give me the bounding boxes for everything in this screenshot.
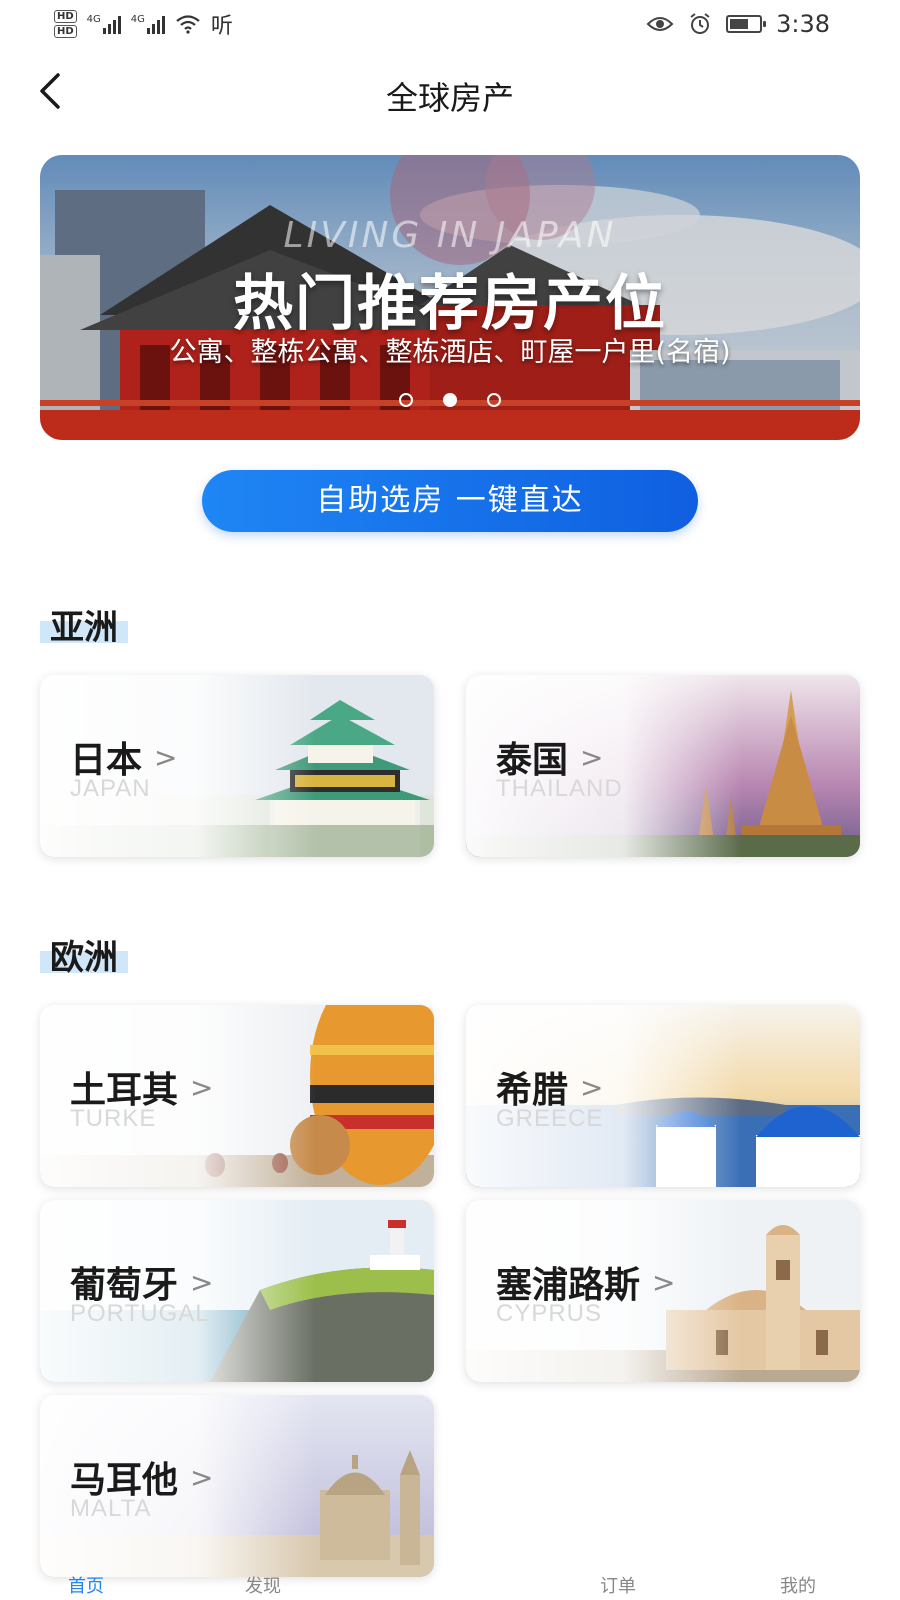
- hd-indicator: HD HD: [54, 10, 77, 38]
- signal-strength-icon: 4G: [87, 14, 121, 34]
- battery-level: [730, 19, 749, 29]
- self-service-button[interactable]: 自助选房 一键直达: [202, 470, 698, 532]
- country-card-greece[interactable]: 希腊 > GREECE: [466, 1005, 860, 1187]
- chevron-right-icon: >: [580, 740, 604, 774]
- hd-badge-1: HD: [54, 10, 77, 23]
- battery-icon: [726, 15, 767, 33]
- signal-bar: [112, 20, 116, 34]
- chevron-right-icon: >: [154, 740, 178, 774]
- country-name-en: THAILAND: [496, 775, 623, 802]
- country-name-en: CYPRUS: [496, 1300, 603, 1327]
- tab-discover[interactable]: 发现: [245, 1572, 281, 1598]
- page-title: 全球房产: [385, 79, 514, 117]
- status-time: 3:38: [776, 10, 830, 38]
- chevron-right-icon: >: [580, 1070, 604, 1104]
- signal-2-label: 4G: [130, 14, 145, 25]
- banner-carousel[interactable]: LIVING IN JAPAN 热门推荐房产位 公寓、整栋公寓、整栋酒店、町屋一…: [40, 155, 860, 440]
- region-europe: 欧洲: [40, 930, 128, 979]
- status-bar-right: 3:38: [646, 10, 830, 38]
- signal-bar: [156, 20, 160, 34]
- tab-home[interactable]: 首页: [68, 1572, 104, 1598]
- signal-bar: [161, 16, 165, 34]
- tab-orders[interactable]: 订单: [600, 1572, 636, 1598]
- signal-1-label: 4G: [86, 14, 101, 25]
- chevron-right-icon: >: [652, 1265, 676, 1299]
- country-card-cyprus[interactable]: 塞浦路斯 > CYPRUS: [466, 1200, 860, 1382]
- carousel-dot[interactable]: [487, 393, 501, 407]
- nav-bar: 全球房产: [0, 55, 900, 125]
- signal-bar: [102, 28, 106, 34]
- region-title: 亚洲: [40, 600, 128, 649]
- hear-label: 听: [210, 14, 233, 39]
- chevron-right-icon: >: [190, 1070, 214, 1104]
- status-bar: HD HD 4G 4G 听 3:38: [0, 0, 900, 48]
- hd-badge-2: HD: [54, 25, 77, 38]
- banner-description: 公寓、整栋公寓、整栋酒店、町屋一户里(名宿): [169, 337, 731, 368]
- signal-bar: [146, 28, 150, 34]
- country-card-portugal[interactable]: 葡萄牙 > PORTUGAL: [40, 1200, 434, 1382]
- country-name-en: MALTA: [70, 1495, 152, 1522]
- chevron-right-icon: >: [190, 1265, 214, 1299]
- country-card-turkey[interactable]: 土耳其 > TURKE: [40, 1005, 434, 1187]
- alarm-icon: [690, 13, 710, 34]
- signal-strength-icon-2: 4G: [131, 14, 165, 34]
- country-name-en: JAPAN: [70, 775, 151, 802]
- signal-bar: [151, 24, 155, 34]
- signal-bar: [117, 16, 121, 34]
- region-title-text: 亚洲: [50, 608, 118, 648]
- country-card-japan[interactable]: 日本 > JAPAN: [40, 675, 434, 857]
- region-title-text: 欧洲: [50, 938, 118, 978]
- banner-subtitle-en: LIVING IN JAPAN: [283, 215, 617, 256]
- tab-profile[interactable]: 我的: [780, 1572, 816, 1598]
- country-name-en: GREECE: [496, 1105, 604, 1132]
- wifi-icon: [176, 15, 200, 34]
- tab-bar: 首页 发现 订单 我的: [0, 1572, 900, 1600]
- eye-icon: [646, 17, 674, 31]
- carousel-indicator: [40, 393, 860, 407]
- country-card-malta[interactable]: 马耳他 > MALTA: [40, 1395, 434, 1577]
- country-card-thailand[interactable]: 泰国 > THAILAND: [466, 675, 860, 857]
- carousel-dot-active[interactable]: [443, 393, 457, 407]
- banner-title: 热门推荐房产位: [233, 269, 667, 339]
- country-name-en: TURKE: [70, 1105, 157, 1132]
- region-title: 欧洲: [40, 930, 128, 979]
- carousel-dot[interactable]: [399, 393, 413, 407]
- region-asia: 亚洲: [40, 600, 128, 649]
- chevron-right-icon: >: [190, 1460, 214, 1494]
- status-bar-left: HD HD 4G 4G 听: [54, 8, 233, 40]
- country-name-en: PORTUGAL: [70, 1300, 210, 1327]
- signal-bar: [107, 24, 111, 34]
